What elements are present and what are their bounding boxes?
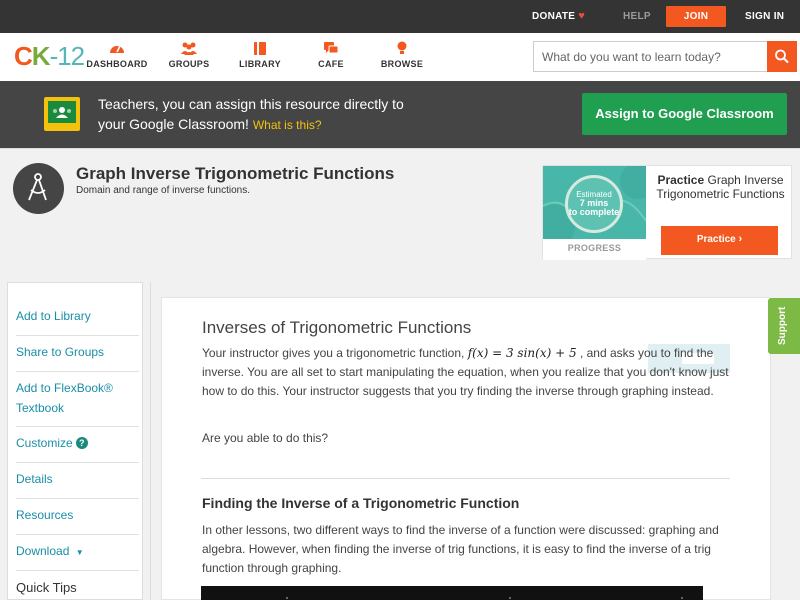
compass-icon (13, 163, 64, 214)
search-input[interactable] (534, 42, 769, 71)
banner-text: Teachers, you can assign this resource d… (98, 94, 458, 135)
nav-browse-label: BROWSE (380, 59, 424, 69)
nav-library[interactable]: LIBRARY (225, 41, 295, 69)
help-icon[interactable]: ? (75, 437, 88, 449)
logo-k: K (31, 41, 51, 71)
download-label: Download (16, 544, 70, 558)
support-tab[interactable]: Support (768, 298, 800, 354)
sidebar-divider (16, 371, 139, 372)
sidebar-divider (16, 498, 139, 499)
content-divider (201, 478, 730, 479)
sidebar-item-add-to-library[interactable]: Add to Library (16, 306, 140, 326)
logo-c: C (14, 41, 33, 71)
sign-in-link[interactable]: SIGN IN (745, 0, 784, 33)
practice-title: Practice Graph Inverse Trigonometric Fun… (653, 173, 788, 201)
groups-icon (181, 42, 197, 55)
practice-card: Estimated 7 mins to complete PROGRESS Pr… (542, 165, 792, 260)
sidebar-divider (16, 534, 139, 535)
lesson-paragraph-3: In other lessons, two different ways to … (202, 523, 719, 575)
sidebar-divider (16, 570, 139, 571)
heart-icon: ♥ (578, 10, 586, 22)
progress-panel: Estimated 7 mins to complete PROGRESS (543, 166, 646, 260)
page-subtitle: Domain and range of inverse functions. (76, 185, 250, 196)
search-icon (775, 49, 789, 64)
nav-cafe[interactable]: CAFE (296, 41, 366, 69)
donate-link[interactable]: DONATE ♥ (532, 0, 585, 33)
google-classroom-banner: Teachers, you can assign this resource d… (0, 81, 800, 148)
lesson-title: Inverses of Trigonometric Functions (202, 318, 472, 337)
progress-graphic: Estimated 7 mins to complete (543, 166, 646, 239)
sidebar-item-add-to-flexbook[interactable]: Add to FlexBook® Textbook (16, 378, 126, 418)
nav-library-label: LIBRARY (239, 59, 281, 69)
sidebar-divider (16, 335, 139, 336)
donate-label: DONATE (532, 11, 576, 22)
support-label: Support (777, 306, 788, 345)
ck12-logo[interactable]: CK-12 (14, 41, 86, 71)
banner-text-line1: Teachers, you can assign this resource d… (98, 96, 404, 112)
p1-before: Your instructor gives you a trigonometri… (202, 346, 465, 360)
lesson-paragraph-1: Your instructor gives you a trigonometri… (202, 344, 732, 401)
main-nav: CK-12 DASHBOARD GROUPS LIBRARY CAFE BROW… (0, 33, 800, 81)
join-button[interactable]: JOIN (666, 6, 726, 27)
sidebar-item-download[interactable]: Download ▼ (16, 541, 140, 563)
sidebar-quick-tips[interactable]: Quick Tips (16, 578, 140, 598)
video-player[interactable] (201, 586, 703, 600)
practice-button-label: Practice (696, 234, 736, 245)
nav-groups[interactable]: GROUPS (154, 41, 224, 69)
help-link[interactable]: HELP (623, 0, 651, 33)
estimate-to-complete: to complete (568, 207, 620, 217)
concept-header: Graph Inverse Trigonometric Functions Do… (0, 148, 800, 280)
estimate-badge: Estimated 7 mins to complete (565, 175, 623, 233)
top-utility-bar: DONATE ♥ HELP JOIN SIGN IN (0, 0, 800, 33)
page-title: Graph Inverse Trigonometric Functions (76, 164, 395, 183)
practice-title-bold: Practice (657, 173, 705, 187)
what-is-this-link[interactable]: What is this? (253, 118, 322, 132)
browse-icon (397, 41, 407, 54)
banner-text-line2: your Google Classroom! (98, 116, 249, 132)
caret-down-icon: ▼ (75, 548, 84, 557)
assign-google-classroom-button[interactable]: Assign to Google Classroom (582, 93, 787, 135)
nav-groups-label: GROUPS (168, 59, 210, 69)
nav-dashboard-label: DASHBOARD (86, 59, 148, 69)
nav-dashboard[interactable]: DASHBOARD (82, 41, 152, 69)
lesson-paragraph-2: Are you able to do this? (202, 431, 329, 445)
search-button[interactable] (767, 41, 797, 72)
logo-num: -12 (49, 41, 86, 71)
search-box (533, 41, 797, 72)
library-icon (254, 42, 266, 55)
sidebar-divider (16, 426, 139, 427)
practice-button[interactable]: Practice › (661, 226, 778, 255)
p1-math: f(x) = 3 sin(x) + 5 (467, 346, 577, 360)
dashboard-icon (110, 45, 124, 53)
sidebar-item-customize[interactable]: Customize? (16, 433, 140, 453)
google-classroom-icon (44, 97, 80, 131)
sidebar-divider (16, 462, 139, 463)
chevron-right-icon: › (738, 233, 743, 245)
sidebar-item-share-to-groups[interactable]: Share to Groups (16, 342, 140, 362)
section-heading: Finding the Inverse of a Trigonometric F… (202, 495, 520, 511)
nav-browse[interactable]: BROWSE (367, 41, 437, 69)
cafe-icon (324, 42, 339, 54)
progress-label: PROGRESS (567, 243, 622, 253)
sidebar-item-resources[interactable]: Resources (16, 505, 140, 525)
nav-cafe-label: CAFE (318, 59, 344, 69)
sidebar-item-details[interactable]: Details (16, 469, 140, 489)
customize-label: Customize (16, 436, 73, 450)
